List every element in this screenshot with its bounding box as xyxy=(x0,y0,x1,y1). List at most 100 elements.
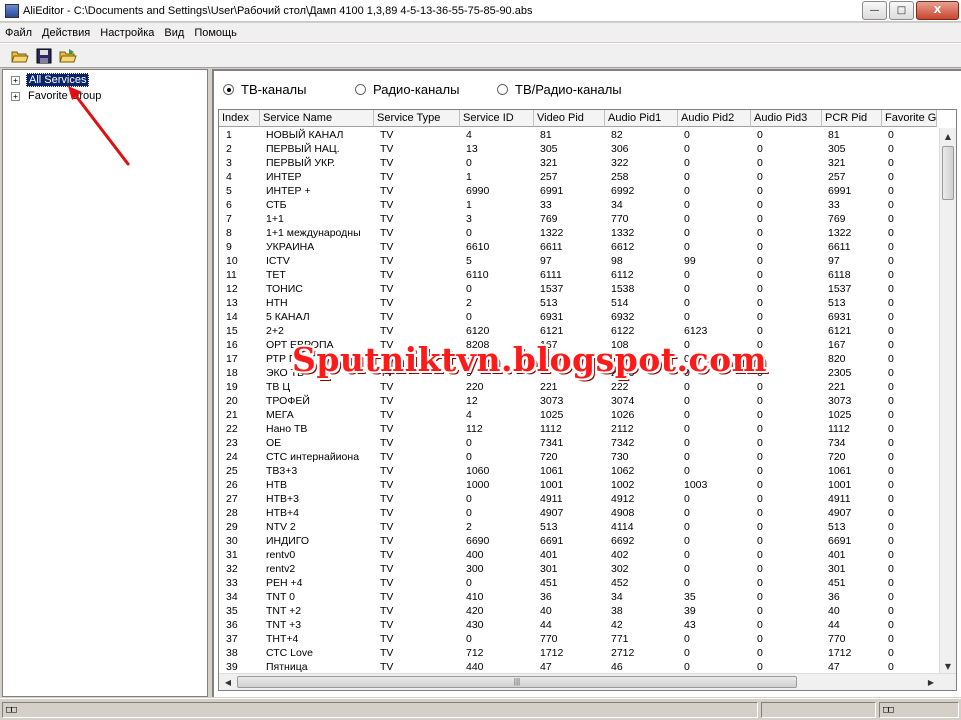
table-row[interactable]: 5 ИНТЕР + TV 6990 6991 6992 0 0 6991 0 xyxy=(219,184,937,198)
table-row[interactable]: 8 1+1 международны TV 0 1322 1332 0 0 1322 0 xyxy=(219,226,937,240)
tree-node-all-services[interactable]: + All Services xyxy=(11,73,90,87)
table-cell: 0 xyxy=(757,591,763,603)
column-header[interactable]: PCR Pid xyxy=(822,110,882,127)
table-row[interactable]: 26 НТВ TV 1000 1001 1002 1003 0 1001 0 xyxy=(219,478,937,492)
menu-file[interactable]: Файл xyxy=(0,27,37,39)
table-row[interactable]: 30 ИНДИГО TV 6690 6691 6692 0 0 6691 0 xyxy=(219,534,937,548)
radio-radio[interactable]: Радио-каналы xyxy=(355,82,459,97)
table-cell: 36 xyxy=(540,591,552,603)
tree-node-label[interactable]: All Services xyxy=(26,73,90,87)
table-row[interactable]: 38 СТС Love TV 712 1712 2712 0 0 1712 0 xyxy=(219,646,937,660)
column-header[interactable]: Video Pid xyxy=(534,110,605,127)
table-row[interactable]: 13 НТН TV 2 513 514 0 0 513 0 xyxy=(219,296,937,310)
table-row[interactable]: 31 rentv0 TV 400 401 402 0 0 401 0 xyxy=(219,548,937,562)
table-row[interactable]: 15 2+2 TV 6120 6121 6122 6123 0 6121 0 xyxy=(219,324,937,338)
expand-icon[interactable]: + xyxy=(11,91,20,101)
scroll-left-icon[interactable]: ◀ xyxy=(220,674,236,690)
table-row[interactable]: 4 ИНТЕР TV 1 257 258 0 0 257 0 xyxy=(219,170,937,184)
table-row[interactable]: 36 TNT +3 TV 430 44 42 43 0 44 0 xyxy=(219,618,937,632)
maximize-button[interactable]: □ xyxy=(889,1,914,20)
column-header[interactable]: Favorite G xyxy=(882,110,937,127)
table-cell: 1112 xyxy=(540,423,562,435)
table-row[interactable]: 12 ТОНИС TV 0 1537 1538 0 0 1537 0 xyxy=(219,282,937,296)
column-header[interactable]: Audio Pid3 xyxy=(751,110,822,127)
scroll-right-icon[interactable]: ▶ xyxy=(923,674,939,690)
table-row[interactable]: 6 СТБ TV 1 33 34 0 0 33 0 xyxy=(219,198,937,212)
column-header[interactable]: Service Type xyxy=(374,110,460,127)
column-header[interactable]: Service Name xyxy=(260,110,374,127)
radio-dot[interactable] xyxy=(497,84,508,95)
table-row[interactable]: 19 ТВ Ц TV 220 221 222 0 0 221 0 xyxy=(219,380,937,394)
scroll-thumb[interactable] xyxy=(942,146,954,200)
table-cell: 12 xyxy=(226,283,238,295)
menu-settings[interactable]: Настройка xyxy=(95,27,159,39)
menu-actions[interactable]: Действия xyxy=(37,27,95,39)
table-row[interactable]: 33 РЕН +4 TV 0 451 452 0 0 451 0 xyxy=(219,576,937,590)
table-row[interactable]: 35 TNT +2 TV 420 40 38 39 0 40 0 xyxy=(219,604,937,618)
scroll-up-icon[interactable]: ▲ xyxy=(940,128,956,144)
table-cell: 257 xyxy=(828,171,846,183)
scroll-down-icon[interactable]: ▼ xyxy=(940,658,956,674)
table-cell: 0 xyxy=(888,423,894,435)
table-row[interactable]: 39 Пятница TV 440 47 46 0 0 47 0 xyxy=(219,660,937,674)
table-cell: 0 xyxy=(888,325,894,337)
table-cell: 6611 xyxy=(828,241,851,253)
title-bar: AliEditor - C:\Documents and Settings\Us… xyxy=(0,0,961,22)
table-cell: 1060 xyxy=(466,465,490,477)
column-header[interactable]: Audio Pid2 xyxy=(678,110,751,127)
table-cell: 4 xyxy=(226,171,232,183)
table-cell: 0 xyxy=(757,633,763,645)
vertical-scrollbar[interactable]: ▲ ▼ xyxy=(939,128,956,674)
menu-help[interactable]: Помощь xyxy=(189,27,242,39)
radio-tv-radio[interactable]: ТВ/Радио-каналы xyxy=(497,82,622,97)
table-cell: 1062 xyxy=(611,465,635,477)
table-row[interactable]: 24 СТС интернайиона TV 0 720 730 0 0 720 0 xyxy=(219,450,937,464)
horizontal-scrollbar[interactable]: ◀ ||| ▶ xyxy=(219,673,956,690)
table-row[interactable]: 1 НОВЫЙ КАНАЛ TV 4 81 82 0 0 81 0 xyxy=(219,128,937,142)
table-cell: 81 xyxy=(828,129,840,141)
table-row[interactable]: 14 5 КАНАЛ TV 0 6931 6932 0 0 6931 0 xyxy=(219,310,937,324)
table-cell: 15 xyxy=(226,325,238,337)
table-row[interactable]: 21 МЕГА TV 4 1025 1026 0 0 1025 0 xyxy=(219,408,937,422)
tree-node-label[interactable]: Favorite Group xyxy=(26,90,103,102)
table-row[interactable]: 22 Нано ТВ TV 112 1112 2112 0 0 1112 0 xyxy=(219,422,937,436)
radio-dot[interactable] xyxy=(223,84,234,95)
table-row[interactable]: 3 ПЕРВЫЙ УКР. TV 0 321 322 0 0 321 0 xyxy=(219,156,937,170)
radio-dot[interactable] xyxy=(355,84,366,95)
table-cell: 6121 xyxy=(828,325,852,337)
table-row[interactable]: 29 NTV 2 TV 2 513 4114 0 0 513 0 xyxy=(219,520,937,534)
scroll-thumb[interactable]: ||| xyxy=(237,676,797,688)
table-cell: 0 xyxy=(888,563,894,575)
table-cell: ICTV xyxy=(266,255,290,267)
table-row[interactable]: 10 ICTV TV 5 97 98 99 0 97 0 xyxy=(219,254,937,268)
table-row[interactable]: 27 НТВ+3 TV 0 4911 4912 0 0 4911 0 xyxy=(219,492,937,506)
menu-view[interactable]: Вид xyxy=(159,27,189,39)
radio-tv[interactable]: ТВ-каналы xyxy=(223,82,306,97)
table-row[interactable]: 28 НТВ+4 TV 0 4907 4908 0 0 4907 0 xyxy=(219,506,937,520)
open-folder-button[interactable] xyxy=(9,46,31,66)
table-row[interactable]: 2 ПЕРВЫЙ НАЦ. TV 13 305 306 0 0 305 0 xyxy=(219,142,937,156)
column-header[interactable]: Service ID xyxy=(460,110,534,127)
expand-icon[interactable]: + xyxy=(11,75,20,85)
column-header[interactable]: Audio Pid1 xyxy=(605,110,678,127)
table-row[interactable]: 34 TNT 0 TV 410 36 34 35 0 36 0 xyxy=(219,590,937,604)
table-row[interactable]: 37 ТНТ+4 TV 0 770 771 0 0 770 0 xyxy=(219,632,937,646)
table-row[interactable]: 32 rentv2 TV 300 301 302 0 0 301 0 xyxy=(219,562,937,576)
close-button[interactable]: X xyxy=(916,1,959,20)
table-row[interactable]: 23 ОЕ TV 0 7341 7342 0 0 734 0 xyxy=(219,436,937,450)
tree-node-favorite-group[interactable]: + Favorite Group xyxy=(11,89,103,103)
table-cell: TV xyxy=(380,465,394,477)
open-file-button[interactable] xyxy=(57,46,79,66)
table-cell: 32 xyxy=(226,563,238,575)
table-row[interactable]: 7 1+1 TV 3 769 770 0 0 769 0 xyxy=(219,212,937,226)
minimize-button[interactable]: — xyxy=(862,1,887,20)
table-row[interactable]: 11 ТЕТ TV 6110 6111 6112 0 0 6118 0 xyxy=(219,268,937,282)
save-button[interactable] xyxy=(33,46,55,66)
table-cell: 770 xyxy=(611,213,629,225)
table-cell: 0 xyxy=(888,199,894,211)
table-row[interactable]: 9 УКРАИНА TV 6610 6611 6612 0 0 6611 0 xyxy=(219,240,937,254)
table-row[interactable]: 20 ТРОФЕЙ TV 12 3073 3074 0 0 3073 0 xyxy=(219,394,937,408)
table-header: Index Service Name Service Type Service ID V… xyxy=(219,110,937,127)
table-row[interactable]: 25 ТВ3+3 TV 1060 1061 1062 0 0 1061 0 xyxy=(219,464,937,478)
column-header[interactable]: Index xyxy=(219,110,260,127)
